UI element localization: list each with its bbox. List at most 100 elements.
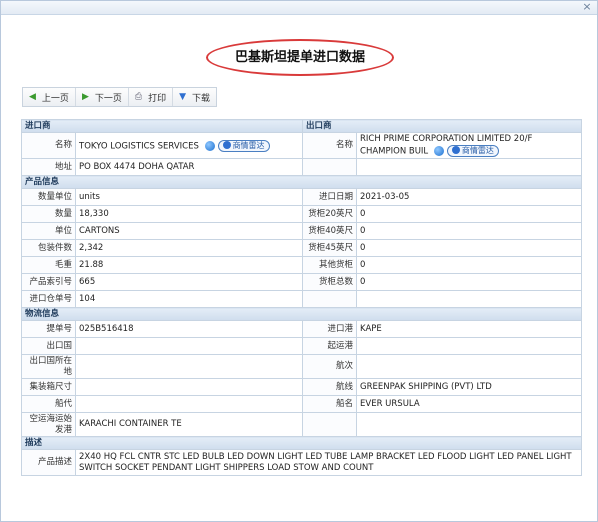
field-label: 出口国 [21,337,76,355]
field-value [74,337,304,355]
exporter-empty-label [302,158,358,176]
field-value: 21.88 [74,256,304,274]
close-icon[interactable]: × [581,1,593,13]
field-value: 2021-03-05 [356,188,583,206]
radar-badge-label: 商情雷达 [232,140,265,150]
field-value: units [74,188,304,206]
product-section-title: 产品信息 [20,175,583,189]
field-label: 货柜总数 [302,273,358,291]
exporter-section-title: 出口商 [302,119,583,133]
description-section-header: 描述 [20,436,583,450]
radar-icon [451,145,460,154]
field-value: 2,342 [74,239,304,257]
table-row: 产品索引号 665 货柜总数 0 [21,273,583,291]
arrow-down-icon: ▼ [179,91,187,102]
field-label: 数量 [21,205,76,223]
globe-icon [433,145,444,156]
field-label: 数量单位 [21,188,76,206]
field-label: 航次 [302,354,358,379]
table-row: 数量单位 units 进口日期 2021-03-05 [21,188,583,206]
field-value: GREENPAK SHIPPING (PVT) LTD [356,378,583,396]
field-label: 集装箱尺寸 [21,378,76,396]
table-row: 出口国 起运港 [21,337,583,355]
next-page-label: 下一页 [94,93,122,104]
table-row: 集装箱尺寸 航线 GREENPAK SHIPPING (PVT) LTD [21,378,583,396]
field-label: 货柜40英尺 [302,222,358,240]
exporter-empty-value [356,158,583,176]
field-value: 0 [356,222,583,240]
radar-badge: 商情雷达 [217,139,270,152]
field-value: 18,330 [74,205,304,223]
importer-radar-link[interactable]: 商情雷达 [204,139,270,152]
field-label: 进口仓单号 [21,290,76,308]
party-address-row: 地址 PO BOX 4474 DOHA QATAR [21,158,583,176]
table-row: 单位 CARTONS 货柜40英尺 0 [21,222,583,240]
table-row: 船代 船名 EVER URSULA [21,395,583,413]
dialog-window: × 巴基斯坦提单进口数据 ◀ 上一页 ▶ 下一页 ⎙ 打印 ▼ 下载 进口商 出… [0,0,598,522]
download-button[interactable]: ▼ 下载 [173,88,216,106]
table-row: 进口仓单号 104 [21,290,583,308]
exporter-radar-link[interactable]: 商情雷达 [433,144,499,157]
table-row: 数量 18,330 货柜20英尺 0 [21,205,583,223]
description-row: 产品描述 2X40 HQ FCL CNTR STC LED BULB LED D… [21,449,583,476]
field-value: KARACHI CONTAINER TE [74,412,304,437]
field-label: 提单号 [21,320,76,338]
field-label: 航线 [302,378,358,396]
field-value [356,290,583,308]
importer-name-label: 名称 [21,132,76,159]
importer-address-value: PO BOX 4474 DOHA QATAR [74,158,304,176]
logistics-section-title: 物流信息 [20,307,583,321]
field-value [356,354,583,379]
field-label: 船代 [21,395,76,413]
field-label: 出口国所在地 [21,354,76,379]
toolbar: ◀ 上一页 ▶ 下一页 ⎙ 打印 ▼ 下载 [22,87,218,107]
field-value: 0 [356,205,583,223]
importer-address-label: 地址 [21,158,76,176]
next-page-button[interactable]: ▶ 下一页 [76,88,129,106]
party-section-header: 进口商 出口商 [20,119,583,133]
radar-badge-label: 商情雷达 [461,145,494,155]
field-value [74,378,304,396]
description-label: 产品描述 [21,449,76,476]
exporter-name-label: 名称 [302,132,358,159]
prev-page-label: 上一页 [41,93,69,104]
field-label: 起运港 [302,337,358,355]
radar-icon [222,140,231,149]
product-section-header: 产品信息 [20,175,583,189]
field-value [356,412,583,437]
arrow-right-icon: ▶ [81,91,89,102]
prev-page-button[interactable]: ◀ 上一页 [23,88,76,106]
bill-of-lading-table: 进口商 出口商 名称 TOKYO LOGISTICS SERVICES 商情雷达… [20,119,583,476]
field-label: 毛重 [21,256,76,274]
description-section-title: 描述 [20,436,583,450]
field-label: 货柜20英尺 [302,205,358,223]
arrow-left-icon: ◀ [29,91,36,102]
field-value: 0 [356,239,583,257]
field-value: EVER URSULA [356,395,583,413]
field-value: 104 [74,290,304,308]
importer-section-title: 进口商 [20,119,304,133]
table-row: 空运海运始发港 KARACHI CONTAINER TE [21,412,583,437]
download-label: 下载 [192,93,211,104]
print-label: 打印 [148,93,167,104]
importer-name-value: TOKYO LOGISTICS SERVICES [79,141,199,151]
printer-icon: ⎙ [134,91,143,102]
print-button[interactable]: ⎙ 打印 [129,88,174,106]
importer-name-cell: TOKYO LOGISTICS SERVICES 商情雷达 [74,132,304,159]
field-value [74,354,304,379]
field-label: 船名 [302,395,358,413]
field-value: 025B516418 [74,320,304,338]
page-title: 巴基斯坦提单进口数据 [234,50,365,65]
field-label: 单位 [21,222,76,240]
logistics-section-header: 物流信息 [20,307,583,321]
field-label [302,290,358,308]
field-value [356,337,583,355]
field-value: 665 [74,273,304,291]
field-value: 0 [356,256,583,274]
party-name-row: 名称 TOKYO LOGISTICS SERVICES 商情雷达 名称 RICH… [21,132,583,159]
exporter-name-cell: RICH PRIME CORPORATION LIMITED 20/F CHAM… [356,132,583,159]
field-label: 包装件数 [21,239,76,257]
field-value [74,395,304,413]
field-label [302,412,358,437]
table-row: 毛重 21.88 其他货柜 0 [21,256,583,274]
